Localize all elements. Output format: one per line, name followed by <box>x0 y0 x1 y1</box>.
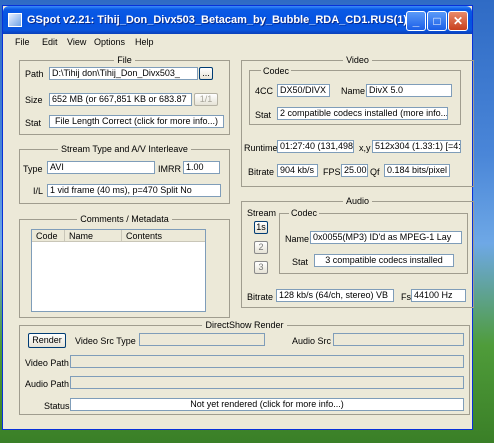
qf-label: Qf <box>370 167 380 177</box>
audio-stream-2-button[interactable]: 2 <box>254 241 268 254</box>
menu-options[interactable]: Options <box>94 37 125 47</box>
type-label: Type <box>23 164 43 174</box>
menu-view[interactable]: View <box>67 37 86 47</box>
fourcc-field[interactable]: DX50/DIVX <box>277 84 330 97</box>
menu-edit[interactable]: Edit <box>42 37 58 47</box>
column-code[interactable]: Code <box>32 230 65 242</box>
column-name[interactable]: Name <box>65 230 122 242</box>
runtime-label: Runtime <box>244 143 278 153</box>
fourcc-label: 4CC <box>255 86 274 96</box>
il-field[interactable]: 1 vid frame (40 ms), p=470 Split No <box>47 184 221 197</box>
xy-label: x,y <box>359 143 371 153</box>
comments-table[interactable]: Code Name Contents <box>31 229 206 312</box>
audio-codec-title: Codec <box>289 208 320 218</box>
video-stat-label: Stat <box>255 110 272 120</box>
audio-stream-3-button[interactable]: 3 <box>254 261 268 274</box>
file-group-title: File <box>114 55 135 65</box>
directshow-group-title: DirectShow Render <box>202 320 287 330</box>
video-stat-field[interactable]: 2 compatible codecs installed (more info… <box>277 107 448 120</box>
title-bar[interactable]: GSpot v2.21: Tihij_Don_Divx503_Betacam_b… <box>3 6 472 34</box>
audio-group-title: Audio <box>342 196 373 206</box>
menu-file[interactable]: File <box>15 37 30 47</box>
audio-path-field[interactable] <box>70 376 464 389</box>
video-src-type-label: Video Src Type <box>75 336 136 346</box>
column-contents[interactable]: Contents <box>122 230 205 242</box>
size-label: Size <box>25 95 43 105</box>
type-field[interactable]: AVI <box>47 161 155 174</box>
fps-field[interactable]: 25.00 <box>341 164 368 177</box>
audio-path-label: Audio Path <box>25 379 70 389</box>
audio-name-field[interactable]: 0x0055(MP3) ID'd as MPEG-1 Lay <box>310 231 462 244</box>
status-field[interactable]: Not yet rendered (click for more info...… <box>70 398 464 411</box>
menu-help[interactable]: Help <box>135 37 154 47</box>
fps-label: FPS <box>323 167 341 177</box>
video-group-title: Video <box>343 55 372 65</box>
imrr-field[interactable]: 1.00 <box>183 161 220 174</box>
audio-name-label: Name <box>285 234 310 244</box>
xy-field[interactable]: 512x304 (1.33:1) [=4: <box>372 140 461 153</box>
minimize-button[interactable]: _ <box>406 11 426 31</box>
runtime-field[interactable]: 01:27:40 (131,498 <box>277 140 354 153</box>
video-bitrate-label: Bitrate <box>248 167 275 177</box>
stat-label: Stat <box>25 118 42 128</box>
video-name-field[interactable]: DivX 5.0 <box>366 84 452 97</box>
window-title: GSpot v2.21: Tihij_Don_Divx503_Betacam_b… <box>27 14 408 26</box>
file-stat-field[interactable]: File Length Correct (click for more info… <box>49 115 224 128</box>
audio-stat-label: Stat <box>292 257 309 267</box>
path-label: Path <box>25 69 44 79</box>
fs-field[interactable]: 44100 Hz <box>411 289 466 302</box>
audio-src-field[interactable] <box>333 333 464 346</box>
audio-bitrate-label: Bitrate <box>247 292 274 302</box>
size-page-button[interactable]: 1/1 <box>194 93 218 106</box>
browse-button[interactable]: ... <box>199 67 213 80</box>
path-field[interactable]: D:\Tihij don\Tihij_Don_Divx503_ <box>49 67 198 80</box>
audio-stream-title: Stream <box>247 208 277 218</box>
qf-field[interactable]: 0.184 bits/pixel <box>384 164 450 177</box>
imrr-label: IMRR <box>158 164 181 174</box>
video-path-field[interactable] <box>70 355 464 368</box>
app-icon <box>8 13 22 27</box>
video-name-label: Name <box>341 86 366 96</box>
size-field[interactable]: 652 MB (or 667,851 KB or 683.87 <box>49 93 192 106</box>
render-button[interactable]: Render <box>28 333 66 348</box>
comments-group-title: Comments / Metadata <box>77 214 172 224</box>
status-label: Status <box>44 401 70 411</box>
audio-bitrate-field[interactable]: 128 kb/s (64/ch, stereo) VB <box>276 289 394 302</box>
audio-stat-field[interactable]: 3 compatible codecs installed <box>314 254 454 267</box>
video-src-type-field[interactable] <box>139 333 265 346</box>
stream-type-group-title: Stream Type and A/V Interleave <box>58 144 191 154</box>
video-codec-title: Codec <box>261 66 292 76</box>
fs-label: Fs <box>401 292 411 302</box>
maximize-button[interactable]: □ <box>427 11 447 31</box>
il-label: I/L <box>33 186 44 196</box>
audio-src-label: Audio Src <box>292 336 332 346</box>
audio-stream-1-button[interactable]: 1s <box>254 221 268 234</box>
close-button[interactable]: ✕ <box>448 11 468 31</box>
menu-bar: File Edit View Options Help <box>3 35 472 51</box>
video-path-label: Video Path <box>25 358 69 368</box>
video-bitrate-field[interactable]: 904 kb/s <box>277 164 318 177</box>
